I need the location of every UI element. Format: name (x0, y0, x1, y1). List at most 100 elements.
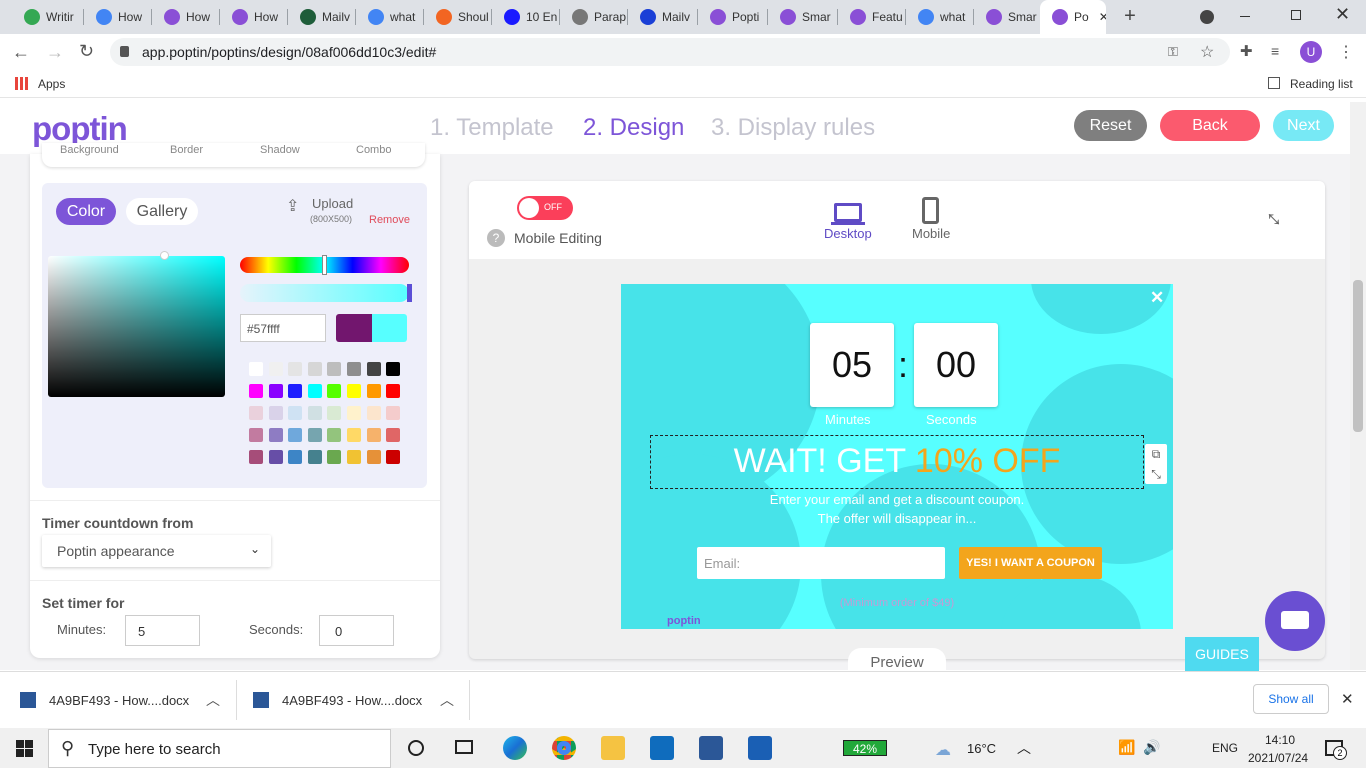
color-swatch[interactable] (307, 406, 322, 420)
step-template[interactable]: 1. Template (430, 114, 554, 142)
color-swatch[interactable] (307, 428, 322, 442)
step-display-rules[interactable]: 3. Display rules (711, 114, 875, 142)
color-swatch[interactable] (268, 406, 283, 420)
subtext-1[interactable]: Enter your email and get a discount coup… (621, 492, 1173, 507)
file-explorer-icon[interactable] (601, 736, 625, 760)
minimize-button[interactable] (1240, 16, 1250, 17)
color-swatch[interactable] (288, 384, 303, 398)
browser-tab[interactable]: what (906, 0, 974, 34)
color-swatch[interactable] (386, 362, 401, 376)
hex-input[interactable]: #57ffff (240, 314, 326, 342)
color-swatch[interactable] (366, 428, 381, 442)
color-swatch[interactable] (268, 428, 283, 442)
network-icon[interactable]: 📶 (1118, 739, 1135, 756)
extensions-icon[interactable]: ✚ (1240, 42, 1253, 60)
subtab-shadow[interactable]: Shadow (260, 143, 300, 157)
color-swatch[interactable] (268, 362, 283, 376)
browser-tab[interactable]: Po ✕ (1040, 0, 1106, 34)
mail-icon[interactable] (650, 736, 674, 760)
subtext-2[interactable]: The offer will disappear in... (621, 511, 1173, 526)
download-item-1[interactable]: 4A9BF493 - How....docx (49, 693, 189, 708)
browser-tab[interactable]: Mailv (628, 0, 698, 34)
color-tab[interactable]: Color (56, 198, 116, 225)
popup-close-icon[interactable]: ✕ (1150, 288, 1164, 308)
close-downloads-icon[interactable]: ✕ (1341, 690, 1354, 708)
color-swatch[interactable] (268, 450, 283, 464)
taskbar-search-box[interactable]: ⚲ Type here to search (48, 729, 391, 768)
subtab-background[interactable]: Background (60, 143, 119, 157)
mobile-editing-toggle[interactable]: OFF (517, 196, 573, 220)
tab-search-icon[interactable] (1200, 10, 1214, 24)
color-swatch[interactable] (249, 362, 263, 376)
page-scrollbar[interactable] (1350, 102, 1366, 670)
browser-tab[interactable]: How (84, 0, 152, 34)
download-item-2[interactable]: 4A9BF493 - How....docx (282, 693, 422, 708)
color-swatch[interactable] (386, 450, 401, 464)
browser-tab[interactable]: Mailv (288, 0, 356, 34)
next-button[interactable]: Next (1273, 110, 1334, 141)
timer-countdown-select[interactable]: Poptin appearance ⌄ (42, 535, 271, 567)
popup-preview[interactable]: ✕ 05 : 00 Minutes Seconds WAIT! GET 10% … (621, 284, 1173, 629)
help-icon[interactable]: ? (487, 229, 505, 247)
tray-chevron-icon[interactable]: ︿ (1017, 738, 1031, 758)
minutes-input[interactable]: 5 (125, 615, 200, 646)
fine-print[interactable]: (Minimum order of $49) (621, 597, 1173, 609)
gallery-tab[interactable]: Gallery (126, 198, 198, 225)
browser-tab[interactable]: Popti (698, 0, 768, 34)
battery-indicator[interactable]: 42% (843, 740, 887, 756)
browser-tab[interactable]: How (220, 0, 288, 34)
color-swatch[interactable] (327, 406, 342, 420)
star-icon[interactable]: ☆ (1200, 42, 1214, 62)
step-design[interactable]: 2. Design (583, 114, 684, 142)
color-swatch[interactable] (288, 362, 303, 376)
reading-list-icon[interactable] (1268, 77, 1280, 89)
browser-tab[interactable]: Featu (838, 0, 906, 34)
color-swatch[interactable] (347, 384, 361, 398)
upload-icon[interactable]: ⇪ (286, 196, 299, 216)
hue-handle[interactable] (322, 255, 327, 275)
color-swatch[interactable] (288, 428, 303, 442)
key-icon[interactable]: ⚿ (1168, 44, 1178, 60)
edge-icon[interactable] (503, 736, 527, 760)
color-swatch[interactable] (288, 406, 303, 420)
reading-list[interactable]: Reading list (1290, 77, 1353, 91)
color-swatch[interactable] (347, 450, 361, 464)
menu-icon[interactable]: ⋮ (1338, 42, 1354, 62)
color-swatch[interactable] (366, 384, 381, 398)
desktop-view-tab[interactable]: Desktop (824, 226, 872, 241)
profile-avatar[interactable]: U (1300, 41, 1322, 63)
color-swatch[interactable] (327, 450, 342, 464)
color-swatch[interactable] (366, 406, 381, 420)
browser-tab[interactable]: what (356, 0, 424, 34)
color-swatch[interactable] (288, 450, 303, 464)
temperature[interactable]: 16°C (967, 741, 996, 756)
headline[interactable]: WAIT! GET 10% OFF (650, 442, 1144, 481)
color-swatch[interactable] (307, 384, 322, 398)
cortana-icon[interactable] (408, 740, 424, 756)
windows-start-icon[interactable] (16, 740, 33, 757)
alpha-slider[interactable] (240, 284, 409, 302)
clock-date[interactable]: 2021/07/24 (1248, 751, 1308, 765)
browser-tab[interactable]: Shoul (424, 0, 492, 34)
back-nav-icon[interactable]: ← (12, 42, 30, 63)
chrome-icon[interactable] (552, 736, 576, 760)
color-swatch[interactable] (386, 406, 401, 420)
powered-by-logo[interactable]: poptin (667, 615, 701, 627)
task-view-icon[interactable] (455, 740, 473, 754)
desktop-icon[interactable] (834, 203, 862, 222)
color-swatch[interactable] (307, 362, 322, 376)
color-swatch[interactable] (386, 428, 401, 442)
color-swatch[interactable] (366, 362, 381, 376)
forward-nav-icon[interactable]: → (46, 42, 64, 63)
word-icon[interactable] (699, 736, 723, 760)
color-swatch[interactable] (249, 406, 263, 420)
color-swatch[interactable] (327, 362, 342, 376)
back-button[interactable]: Back (1160, 110, 1260, 141)
close-window-button[interactable]: ✕ (1335, 4, 1350, 25)
chevron-up-icon[interactable]: ︿ (206, 690, 220, 710)
weather-icon[interactable]: ☁ (935, 740, 951, 760)
browser-tab[interactable]: Smar (974, 0, 1040, 34)
guides-button[interactable]: GUIDES (1185, 637, 1259, 671)
seconds-input[interactable]: 0 (319, 615, 394, 646)
color-swatch[interactable] (249, 384, 263, 398)
